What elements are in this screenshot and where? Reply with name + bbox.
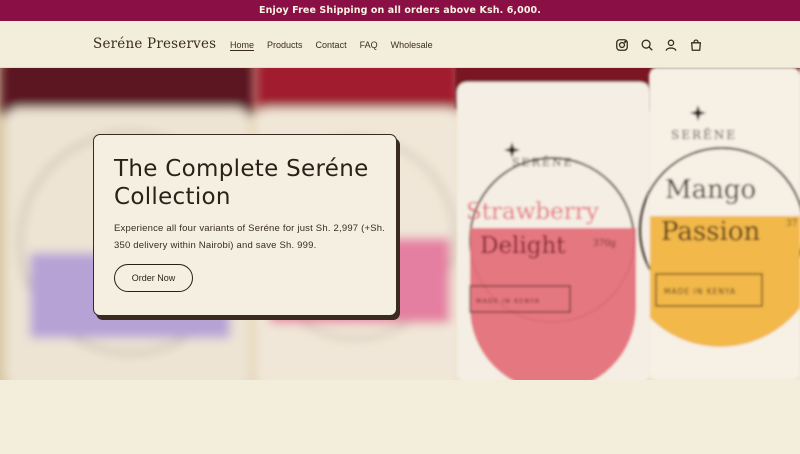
nav-products[interactable]: Products <box>267 39 303 51</box>
instagram-icon[interactable] <box>614 37 630 53</box>
jar2-flavor-2: Passion <box>661 217 760 247</box>
below-hero-section <box>0 380 800 454</box>
jar1-flavor-2: Delight <box>480 233 566 259</box>
order-now-button[interactable]: Order Now <box>114 264 193 292</box>
announcement-text: Enjoy Free Shipping on all orders above … <box>259 5 541 16</box>
hero-description: Experience all four variants of Seréne f… <box>114 223 386 251</box>
brand-logo[interactable]: Seréne Preserves <box>93 36 216 52</box>
jar1-weight: 370g <box>593 239 616 249</box>
jar2-origin: MADE IN KENYA <box>664 287 736 296</box>
jar1-brand: SERÊNE <box>512 155 574 169</box>
jar2-flavor-1: Mango <box>665 175 756 205</box>
header-icons <box>614 37 712 53</box>
jar2-weight: 37 <box>786 219 798 229</box>
cart-icon[interactable] <box>688 37 704 53</box>
hero-card: The Complete Seréne Collection Experienc… <box>93 134 397 316</box>
search-icon[interactable] <box>639 37 655 53</box>
jar1-flavor-1: Strawberry <box>466 199 599 225</box>
nav-faq[interactable]: FAQ <box>360 39 378 51</box>
site-header: Seréne Preserves Home Products Contact F… <box>0 21 800 68</box>
account-icon[interactable] <box>663 37 679 53</box>
nav-wholesale[interactable]: Wholesale <box>391 39 433 51</box>
announcement-bar: Enjoy Free Shipping on all orders above … <box>0 0 800 21</box>
nav-home[interactable]: Home <box>230 39 254 51</box>
hero-title: The Complete Seréne Collection <box>114 156 369 210</box>
main-nav: Home Products Contact FAQ Wholesale <box>230 39 446 51</box>
jar1-origin: MADE IN KENYA <box>476 297 540 305</box>
nav-contact[interactable]: Contact <box>316 39 347 51</box>
jar2-brand: SERÊNE <box>671 127 737 142</box>
